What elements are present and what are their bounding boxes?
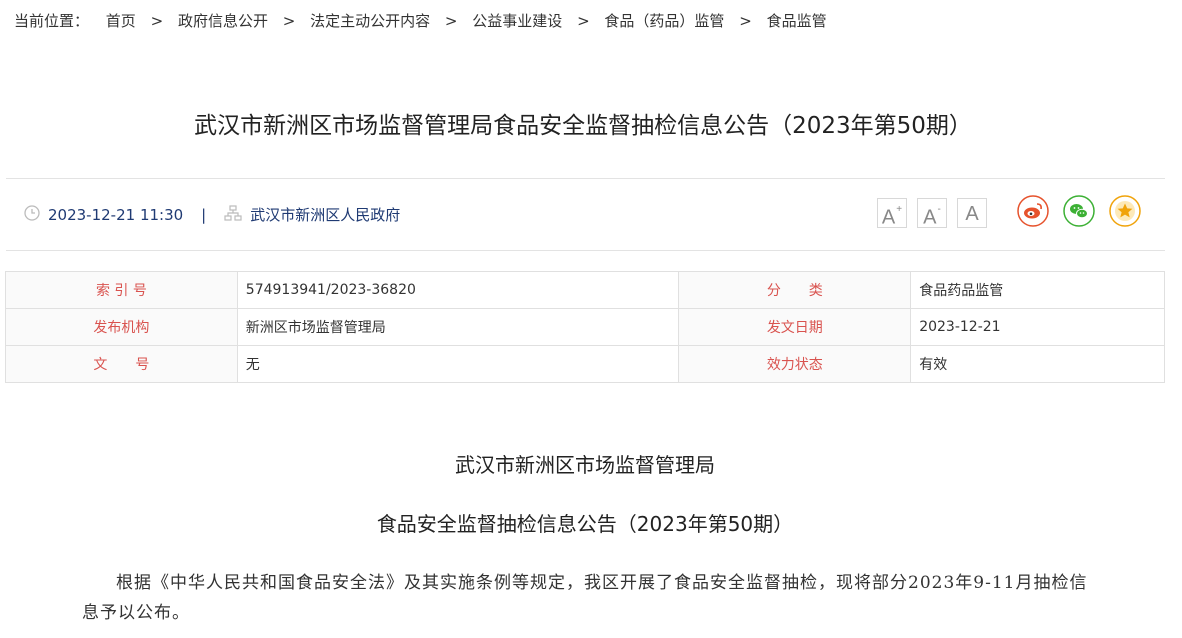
- clock-icon: [24, 203, 40, 229]
- breadcrumb-gov-info[interactable]: 政府信息公开: [178, 10, 268, 32]
- value-publisher: 新洲区市场监督管理局: [236, 308, 680, 346]
- label-publisher: 发布机构: [5, 308, 238, 346]
- breadcrumb: 当前位置： 首页 > 政府信息公开 > 法定主动公开内容 > 公益事业建设 > …: [14, 10, 827, 32]
- table-row: 发布机构 新洲区市场监督管理局 发文日期 2023-12-21: [5, 308, 1165, 346]
- breadcrumb-prefix: 当前位置：: [14, 12, 90, 30]
- article-source: 武汉市新洲区人民政府: [250, 206, 401, 224]
- font-smaller-sup: -: [937, 204, 941, 215]
- breadcrumb-statutory[interactable]: 法定主动公开内容: [310, 10, 430, 32]
- page: 当前位置： 首页 > 政府信息公开 > 法定主动公开内容 > 公益事业建设 > …: [0, 0, 1182, 638]
- value-validity: 有效: [910, 345, 1165, 383]
- publish-datetime: 2023-12-21 11:30: [48, 206, 184, 224]
- article-heading-org: 武汉市新洲区市场监督管理局: [455, 453, 715, 477]
- label-document-number: 文 号: [5, 345, 238, 383]
- breadcrumb-separator: >: [739, 12, 752, 30]
- article-paragraph: 根据《中华人民共和国食品安全法》及其实施条例等规定，我区开展了食品安全监督抽检，…: [82, 573, 1088, 623]
- article-title: 武汉市新洲区市场监督管理局食品安全监督抽检信息公告（2023年第50期）: [194, 113, 972, 139]
- value-category: 食品药品监管: [910, 271, 1165, 309]
- font-larger-sup: +: [896, 204, 903, 215]
- label-category: 分 类: [678, 271, 912, 309]
- breadcrumb-separator: >: [150, 12, 164, 30]
- font-smaller-label: A: [923, 206, 937, 229]
- table-row: 文 号 无 效力状态 有效: [5, 345, 1165, 383]
- font-default-button[interactable]: A: [957, 198, 987, 228]
- breadcrumb-food-drug[interactable]: 食品（药品）监管: [604, 10, 724, 32]
- value-index-number: 574913941/2023-36820: [236, 271, 680, 309]
- breadcrumb-separator: >: [577, 12, 590, 30]
- divider-meta: [6, 250, 1165, 251]
- breadcrumb-separator: >: [282, 12, 296, 30]
- breadcrumb-food-supervision[interactable]: 食品监管: [767, 10, 827, 32]
- article-heading-title: 食品安全监督抽检信息公告（2023年第50期）: [376, 512, 794, 536]
- font-default-label: A: [965, 203, 979, 225]
- label-issue-date: 发文日期: [678, 308, 912, 346]
- table-row: 索 引 号 574913941/2023-36820 分 类 食品药品监管: [5, 271, 1165, 309]
- breadcrumb-home[interactable]: 首页: [106, 10, 136, 32]
- sitemap-icon: [224, 203, 242, 229]
- breadcrumb-separator: >: [444, 12, 458, 30]
- value-issue-date: 2023-12-21: [910, 308, 1165, 346]
- meta-separator: |: [201, 206, 207, 224]
- font-larger-label: A: [881, 206, 896, 229]
- wechat-icon[interactable]: [1063, 195, 1095, 227]
- font-smaller-button[interactable]: A-: [917, 198, 947, 229]
- label-index-number: 索 引 号: [5, 271, 238, 309]
- divider-top: [6, 178, 1165, 179]
- font-larger-button[interactable]: A+: [877, 198, 907, 229]
- label-validity: 效力状态: [678, 345, 912, 383]
- value-document-number: 无: [236, 345, 680, 383]
- breadcrumb-public-welfare[interactable]: 公益事业建设: [472, 10, 562, 32]
- info-table: 索 引 号 574913941/2023-36820 分 类 食品药品监管 发布…: [5, 271, 1165, 383]
- weibo-icon[interactable]: [1017, 195, 1049, 227]
- favorite-star-icon[interactable]: [1109, 195, 1141, 227]
- article-meta: 2023-12-21 11:30 | 武汉市新洲区人民政府: [24, 202, 400, 228]
